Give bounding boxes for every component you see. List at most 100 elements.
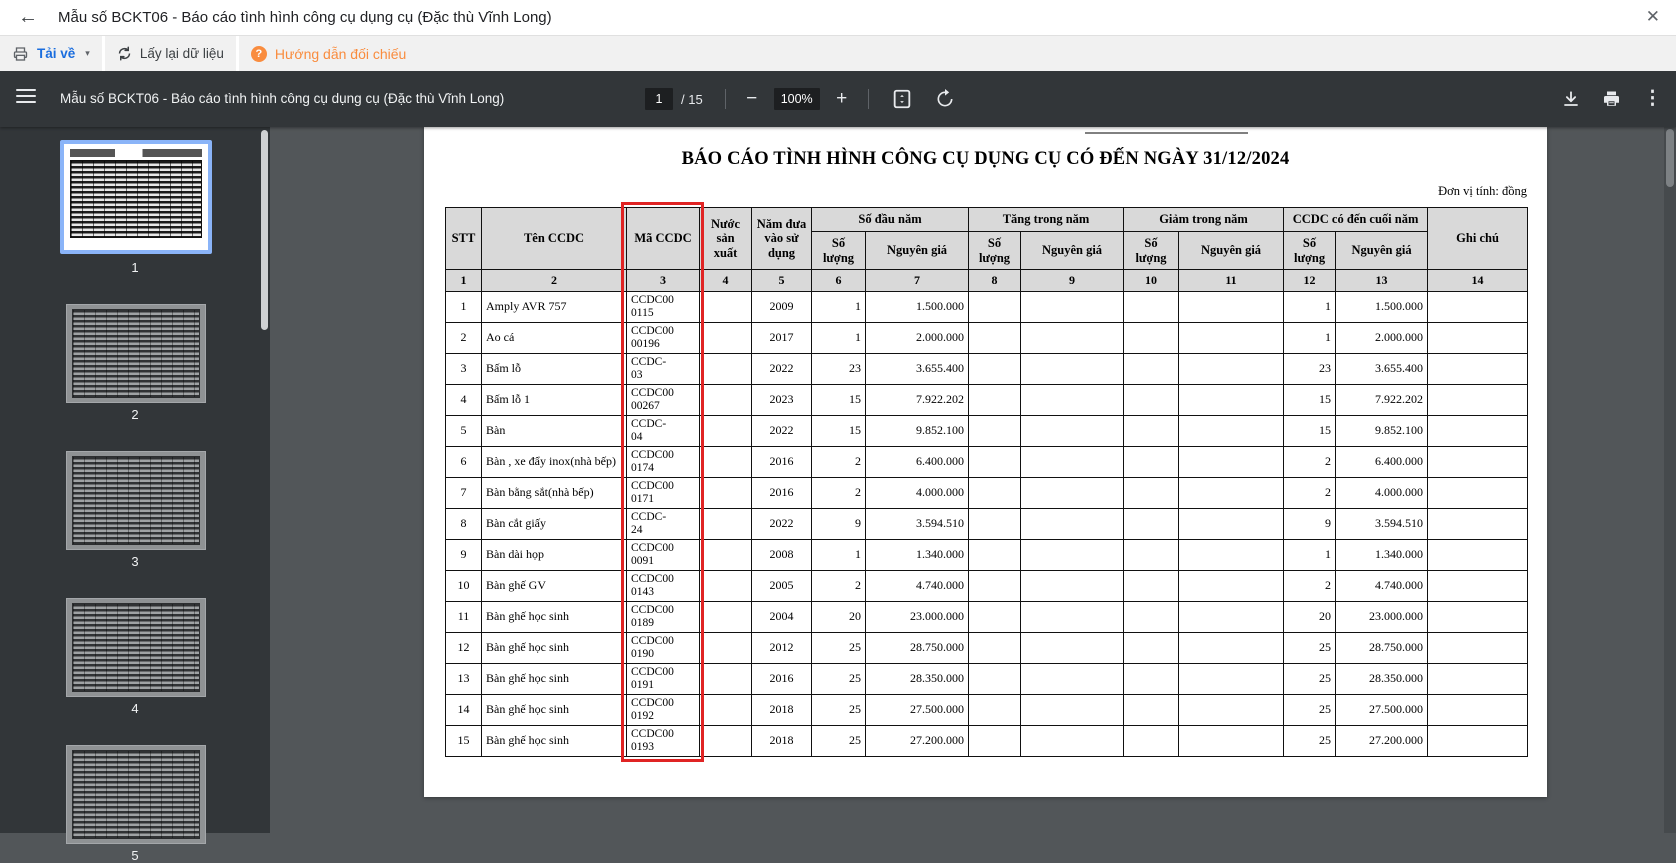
page-thumbnail-5[interactable] <box>66 745 206 844</box>
table-row: 5BànCCDC- 042022159.852.100159.852.100 <box>446 416 1528 447</box>
table-cell <box>1428 478 1528 509</box>
report-title: BÁO CÁO TÌNH HÌNH CÔNG CỤ DỤNG CỤ CÓ ĐẾN… <box>424 149 1547 170</box>
table-cell: 2 <box>1284 478 1336 509</box>
col-number: 11 <box>1179 270 1284 292</box>
table-cell: 2018 <box>752 726 812 757</box>
table-cell <box>1428 509 1528 540</box>
thumbnail-page-number: 4 <box>0 701 270 716</box>
table-cell: 25 <box>812 695 866 726</box>
table-cell <box>1021 695 1124 726</box>
page-thumbnail-1[interactable] <box>60 140 212 254</box>
table-cell: 2.000.000 <box>1336 323 1428 354</box>
table-cell: 28.750.000 <box>1336 633 1428 664</box>
table-cell <box>1179 726 1284 757</box>
table-cell: 27.200.000 <box>1336 726 1428 757</box>
table-cell: CCDC00 0189 <box>627 602 700 633</box>
table-cell <box>700 354 752 385</box>
table-cell <box>1428 571 1528 602</box>
page-thumbnail-4[interactable] <box>66 598 206 697</box>
download-button[interactable]: Tải về ▾ <box>0 36 102 71</box>
table-cell <box>700 695 752 726</box>
pdf-toolbar-right: ⋮ <box>1562 87 1662 110</box>
main-scrollbar-thumb[interactable] <box>1666 129 1674 187</box>
sub-header-nguyen-gia: Nguyên giá <box>1021 232 1124 270</box>
col-number: 3 <box>627 270 700 292</box>
sidebar-scrollbar-thumb[interactable] <box>261 130 268 330</box>
page-number-input[interactable]: 1 <box>645 88 673 110</box>
table-cell: 20 <box>1284 602 1336 633</box>
zoom-in-button[interactable]: + <box>830 88 854 110</box>
print-icon[interactable] <box>1602 90 1621 108</box>
table-cell <box>1124 292 1179 323</box>
col-number: 13 <box>1336 270 1428 292</box>
window-titlebar: ← Mẫu số BCKT06 - Báo cáo tình hình công… <box>0 0 1676 36</box>
table-cell <box>1021 323 1124 354</box>
table-cell: 15 <box>446 726 482 757</box>
table-cell: 2022 <box>752 416 812 447</box>
report-table: STT Tên CCDC Mã CCDC Nước sản xuất Năm đ… <box>445 207 1528 757</box>
col-header-ma: Mã CCDC <box>627 208 700 270</box>
printer-icon <box>12 46 29 62</box>
table-cell <box>969 664 1021 695</box>
table-cell <box>969 478 1021 509</box>
table-cell <box>969 571 1021 602</box>
fit-page-icon[interactable] <box>891 88 913 110</box>
table-cell: 25 <box>812 664 866 695</box>
rotate-icon[interactable] <box>935 89 955 109</box>
table-row: 4Bấm lỗ 1CCDC00 002672023157.922.202157.… <box>446 385 1528 416</box>
table-cell: 4 <box>446 385 482 416</box>
table-cell: 12 <box>446 633 482 664</box>
table-cell: 15 <box>812 385 866 416</box>
page-thumbnail-3[interactable] <box>66 451 206 550</box>
table-cell <box>1124 416 1179 447</box>
table-cell: 1 <box>1284 292 1336 323</box>
thumbnail-page-number: 3 <box>0 554 270 569</box>
table-cell <box>1179 478 1284 509</box>
table-cell <box>1179 385 1284 416</box>
table-cell: CCDC- 04 <box>627 416 700 447</box>
more-options-icon[interactable]: ⋮ <box>1643 87 1662 110</box>
zoom-out-button[interactable]: − <box>740 88 764 110</box>
table-cell: Bàn ghế học sinh <box>482 602 627 633</box>
zoom-level-input[interactable]: 100% <box>774 88 820 110</box>
table-cell: CCDC- 03 <box>627 354 700 385</box>
table-cell: 4.000.000 <box>1336 478 1428 509</box>
close-icon[interactable]: ✕ <box>1646 7 1660 27</box>
download-icon[interactable] <box>1562 90 1580 108</box>
table-cell: Bàn cắt giấy <box>482 509 627 540</box>
table-cell: 14 <box>446 695 482 726</box>
table-cell: 20 <box>812 602 866 633</box>
table-cell <box>1021 540 1124 571</box>
table-cell <box>969 416 1021 447</box>
table-cell <box>969 602 1021 633</box>
table-cell: Bàn ghế GV <box>482 571 627 602</box>
table-cell: 2018 <box>752 695 812 726</box>
table-cell <box>1428 354 1528 385</box>
reload-data-button[interactable]: Lấy lại dữ liệu <box>105 36 236 71</box>
table-cell: 7 <box>446 478 482 509</box>
table-cell: 7.922.202 <box>1336 385 1428 416</box>
table-cell: 27.200.000 <box>866 726 969 757</box>
table-cell: Bàn ghế học sinh <box>482 633 627 664</box>
page-thumbnail-2[interactable] <box>66 304 206 403</box>
table-cell: Bàn , xe đẩy inox(nhà bếp) <box>482 447 627 478</box>
table-cell <box>1124 726 1179 757</box>
sub-header-so-luong: Số lượng <box>969 232 1021 270</box>
menu-icon[interactable] <box>16 89 36 105</box>
table-cell <box>1124 323 1179 354</box>
table-cell: 4.740.000 <box>866 571 969 602</box>
report-table-body: 1Amply AVR 757CCDC00 0115200911.500.0001… <box>446 292 1528 757</box>
table-cell <box>1124 385 1179 416</box>
table-cell: 23 <box>812 354 866 385</box>
table-cell: 3 <box>446 354 482 385</box>
back-arrow-icon[interactable]: ← <box>18 6 38 29</box>
table-cell <box>700 509 752 540</box>
table-cell <box>969 726 1021 757</box>
table-cell <box>1021 509 1124 540</box>
table-cell <box>700 602 752 633</box>
table-row: 14Bàn ghế học sinhCCDC00 019220182527.50… <box>446 695 1528 726</box>
table-cell: 15 <box>1284 385 1336 416</box>
guide-link[interactable]: ? Hướng dẫn đối chiếu <box>239 36 1676 71</box>
table-cell: 8 <box>446 509 482 540</box>
table-cell <box>1179 323 1284 354</box>
